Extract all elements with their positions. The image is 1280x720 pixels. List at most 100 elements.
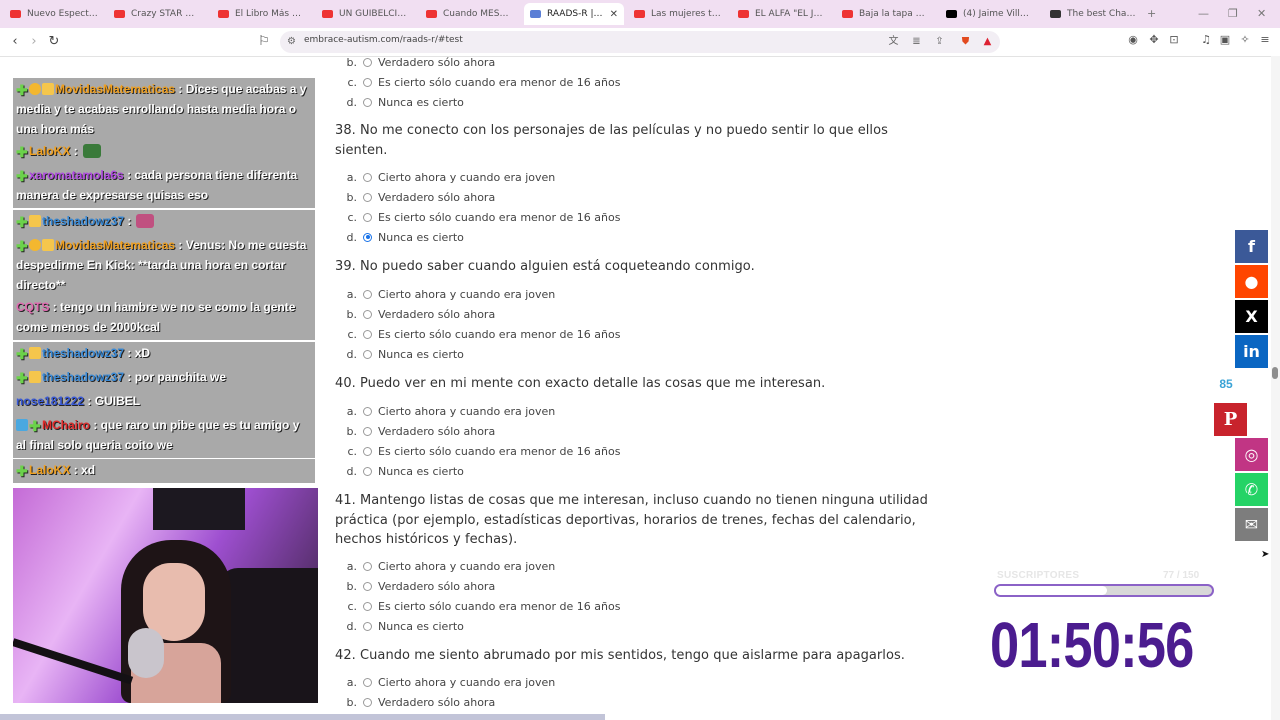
screenshot-icon[interactable]: ⊡ [1168, 34, 1180, 46]
chat-username[interactable]: MChairo [42, 418, 90, 432]
instagram-share-button[interactable]: ◎ [1235, 438, 1268, 471]
radio-button[interactable] [363, 406, 372, 416]
answer-option[interactable]: a. Cierto ahora y cuando era joven [335, 673, 556, 691]
browser-tab[interactable]: El Libro Más Mister [212, 3, 312, 25]
rewards-icon[interactable]: ▲ [982, 36, 993, 47]
radio-button[interactable] [363, 77, 372, 87]
chat-username[interactable]: MovidasMatematicas [55, 238, 175, 252]
radio-button[interactable] [363, 232, 372, 242]
radio-button[interactable] [363, 97, 372, 107]
radio-button[interactable] [363, 349, 372, 359]
reload-icon[interactable]: ↻ [45, 33, 63, 51]
browser-tab[interactable]: Crazy STAR WARS f [108, 3, 208, 25]
answer-option[interactable]: c. Es cierto sólo cuando era menor de 16 … [335, 208, 620, 226]
radio-button[interactable] [363, 426, 372, 436]
scrollbar-thumb[interactable] [1272, 367, 1278, 379]
sidebar-icon[interactable]: ▣ [1219, 34, 1231, 46]
facebook-share-button[interactable]: f [1235, 230, 1268, 263]
browser-tab[interactable]: Las mujeres tienen [628, 3, 728, 25]
radio-button[interactable] [363, 581, 372, 591]
radio-button[interactable] [363, 289, 372, 299]
chat-username[interactable]: theshadowz37 [42, 214, 124, 228]
chat-emote-icon [82, 144, 101, 158]
browser-tab[interactable]: UN GUIBELCITO ME [316, 3, 416, 25]
chat-username[interactable]: MovidasMatematicas [55, 82, 175, 96]
answer-option[interactable]: c. Es cierto sólo cuando era menor de 16 … [335, 73, 620, 91]
answer-option[interactable]: b. Verdadero sólo ahora [335, 422, 496, 440]
answer-option[interactable]: b. Verdadero sólo ahora [335, 53, 496, 71]
extension-icon[interactable]: ◉ [1127, 34, 1139, 46]
site-info-icon[interactable]: ⚙ [286, 36, 297, 47]
translate-icon[interactable]: 文 [888, 36, 899, 47]
answer-option[interactable]: c. Es cierto sólo cuando era menor de 16 … [335, 325, 620, 343]
radio-button[interactable] [363, 212, 372, 222]
chat-username[interactable]: theshadowz37 [42, 370, 124, 384]
answer-option[interactable]: a. Cierto ahora y cuando era joven [335, 557, 556, 575]
answer-option[interactable]: d. Nunca es cierto [335, 462, 464, 480]
scrollbar[interactable] [1271, 56, 1280, 720]
browser-tab[interactable]: EL ALFA "EL JEFE" [732, 3, 832, 25]
answer-option[interactable]: b. Verdadero sólo ahora [335, 188, 496, 206]
radio-button[interactable] [363, 446, 372, 456]
chat-username[interactable]: LaloKX [29, 144, 70, 158]
whatsapp-share-button[interactable]: ✆ [1235, 473, 1268, 506]
answer-option[interactable]: a. Cierto ahora y cuando era joven [335, 402, 556, 420]
answer-option[interactable]: b. Verdadero sólo ahora [335, 305, 496, 323]
answer-option[interactable]: a. Cierto ahora y cuando era joven [335, 285, 556, 303]
reddit-share-button[interactable]: ● [1235, 265, 1268, 298]
radio-button[interactable] [363, 561, 372, 571]
chat-username[interactable]: LaloKX [29, 463, 70, 477]
chat-username[interactable]: theshadowz37 [42, 346, 124, 360]
answer-option[interactable]: a. Cierto ahora y cuando era joven [335, 168, 556, 186]
browser-tab[interactable]: The best ChatBot a [1044, 3, 1144, 25]
radio-button[interactable] [363, 697, 372, 707]
tab-close-icon[interactable]: ✕ [610, 9, 618, 20]
maximize-icon[interactable]: ❐ [1228, 7, 1238, 20]
bookmark-icon[interactable]: ⚐ [255, 33, 273, 51]
browser-tab[interactable]: Nuevo Espectro pol [4, 3, 104, 25]
radio-button[interactable] [363, 466, 372, 476]
option-label: Es cierto sólo cuando era menor de 16 añ… [378, 444, 621, 458]
reader-icon[interactable]: ≣ [911, 36, 922, 47]
radio-button[interactable] [363, 601, 372, 611]
radio-button[interactable] [363, 677, 372, 687]
answer-option[interactable]: d. Nunca es cierto [335, 345, 464, 363]
menu-icon[interactable]: ≡ [1259, 34, 1271, 46]
answer-option[interactable]: c. Es cierto sólo cuando era menor de 16 … [335, 442, 620, 460]
music-icon[interactable]: ♫ [1200, 34, 1212, 46]
email-share-button[interactable]: ✉ [1235, 508, 1268, 541]
browser-tab[interactable]: RAADS-R | Abr ✕ [524, 3, 624, 25]
back-icon[interactable]: ‹ [6, 33, 24, 51]
linkedin-share-button[interactable]: in [1235, 335, 1268, 368]
close-window-icon[interactable]: ✕ [1257, 7, 1266, 20]
radio-button[interactable] [363, 57, 372, 67]
browser-tab[interactable]: Cuando MESSI y SU [420, 3, 520, 25]
browser-tab[interactable]: Baja la tapa del bañ [836, 3, 936, 25]
chat-username[interactable]: nose181222 [16, 394, 84, 408]
answer-option[interactable]: b. Verdadero sólo ahora [335, 693, 496, 711]
answer-option[interactable]: d. Nunca es cierto [335, 93, 464, 111]
share-page-icon[interactable]: ⇪ [934, 36, 945, 47]
minimize-icon[interactable]: — [1198, 7, 1209, 20]
horizontal-scrollbar[interactable] [0, 714, 605, 720]
radio-button[interactable] [363, 309, 372, 319]
puzzle-icon[interactable]: ✥ [1148, 34, 1160, 46]
brave-shield-icon[interactable]: ⛊ [960, 36, 971, 47]
chat-username[interactable]: xaromatamola6s [29, 168, 124, 182]
answer-option[interactable]: d. Nunca es cierto [335, 617, 464, 635]
browser-tab[interactable]: (4) Jaime Villalón [940, 3, 1040, 25]
forward-icon[interactable]: › [25, 33, 43, 51]
new-tab-button[interactable]: + [1147, 7, 1156, 20]
pinterest-share-button[interactable]: P [1214, 403, 1247, 436]
radio-button[interactable] [363, 329, 372, 339]
x-share-button[interactable]: X [1235, 300, 1268, 333]
radio-button[interactable] [363, 192, 372, 202]
address-bar[interactable]: ⚙ embrace-autism.com/raads-r/#test 文 ≣ ⇪… [280, 31, 1000, 53]
chat-username[interactable]: CQTS [16, 300, 49, 314]
answer-option[interactable]: c. Es cierto sólo cuando era menor de 16 … [335, 597, 620, 615]
leo-ai-icon[interactable]: ✧ [1239, 34, 1251, 46]
answer-option[interactable]: b. Verdadero sólo ahora [335, 577, 496, 595]
answer-option[interactable]: d. Nunca es cierto [335, 228, 464, 246]
radio-button[interactable] [363, 172, 372, 182]
radio-button[interactable] [363, 621, 372, 631]
